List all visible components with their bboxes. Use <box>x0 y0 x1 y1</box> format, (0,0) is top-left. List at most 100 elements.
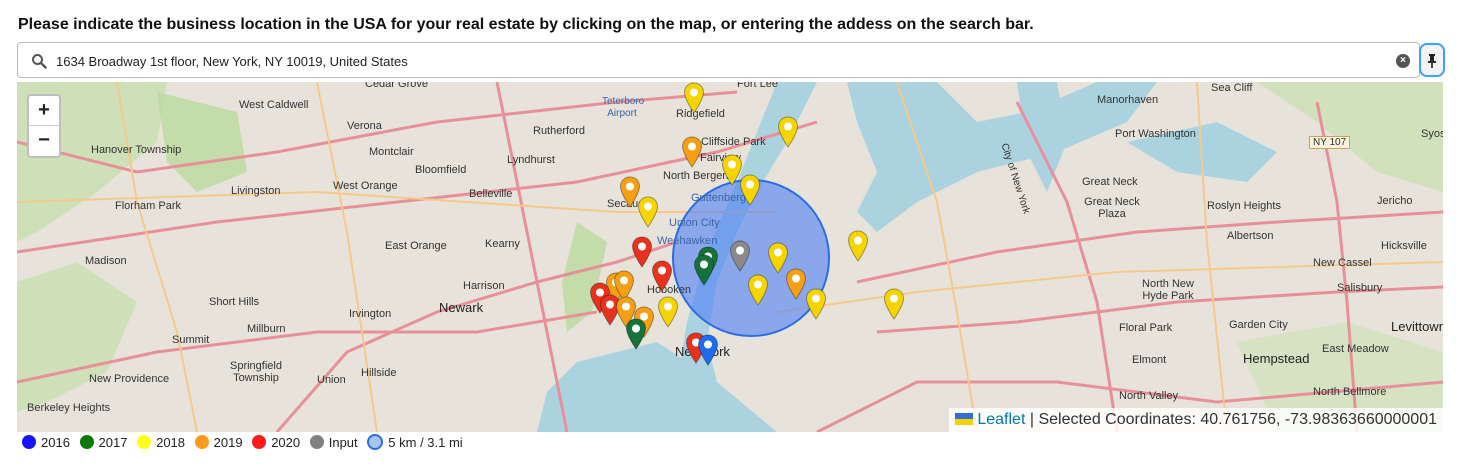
map-marker-2017[interactable] <box>625 318 647 350</box>
map-label: Roslyn Heights <box>1207 200 1281 212</box>
map-label: Hempstead <box>1243 351 1310 366</box>
map-label: Montclair <box>369 146 414 158</box>
map-label: East Orange <box>385 240 447 252</box>
legend-item: 2020 <box>252 435 300 450</box>
map-label: Florham Park <box>115 200 182 212</box>
legend-item: Input <box>309 435 358 450</box>
radius-legend-swatch <box>367 434 384 450</box>
map-label: Levittown <box>1391 319 1443 334</box>
address-search-bar[interactable]: × <box>17 42 1420 78</box>
highway-shield: NY 107 <box>1309 136 1351 149</box>
map-label: East Meadow <box>1322 343 1389 355</box>
map-label: Hanover Township <box>91 144 182 156</box>
legend-swatch <box>194 435 209 449</box>
map-label: Albertson <box>1227 230 1274 242</box>
map-canvas[interactable]: Cedar Grove Fort Lee Sea Cliff Manorhave… <box>17 82 1443 432</box>
map-label: North Valley <box>1119 390 1179 402</box>
map-label: Great Neck Plaza <box>1084 196 1140 220</box>
map-marker-2016[interactable] <box>697 334 719 366</box>
map-label: Verona <box>347 120 382 132</box>
map-label: Irvington <box>349 308 392 320</box>
legend-label: 2019 <box>213 435 243 450</box>
map-label: Guttenberg <box>691 192 747 204</box>
map-label: New Providence <box>89 373 170 385</box>
map-marker-2020[interactable] <box>631 236 653 268</box>
legend-swatch <box>22 435 36 449</box>
map-label: New Cassel <box>1313 257 1372 269</box>
zoom-in-button[interactable]: + <box>29 96 59 126</box>
map-label: Millburn <box>247 323 286 335</box>
legend-label: 2020 <box>271 435 301 450</box>
legend-label: 2016 <box>41 435 70 450</box>
attribution-separator: | <box>1029 411 1034 428</box>
map-marker-2019[interactable] <box>785 268 807 300</box>
map-label: Union City <box>669 217 720 229</box>
clear-search-icon[interactable]: × <box>1396 54 1410 68</box>
map-marker-input[interactable] <box>729 240 751 272</box>
map-label: North Bellmore <box>1313 386 1387 398</box>
map-marker-2018[interactable] <box>657 296 679 328</box>
map-marker-2018[interactable] <box>847 230 869 262</box>
map-label: Cedar Grove <box>365 82 428 90</box>
legend-swatch <box>309 435 324 449</box>
map-marker-2018[interactable] <box>747 274 769 306</box>
zoom-control[interactable]: + − <box>27 94 61 158</box>
map-marker-2018[interactable] <box>683 82 705 114</box>
map-label: Garden City <box>1229 319 1288 331</box>
selected-coordinates: Selected Coordinates: 40.761756, -73.983… <box>1038 411 1437 428</box>
map-label: West Caldwell <box>239 99 309 111</box>
pin-location-button[interactable] <box>1419 43 1445 77</box>
legend-item: 5 km / 3.1 mi <box>367 434 463 450</box>
legend-label: 2017 <box>98 435 128 450</box>
map-marker-2018[interactable] <box>739 174 761 206</box>
map-label: Short Hills <box>209 296 260 308</box>
map-label: Teterboro Airport <box>602 96 645 119</box>
map-label: North Bergen <box>663 170 729 182</box>
legend-label: 5 km / 3.1 mi <box>388 435 463 450</box>
map-attribution: Leaflet | Selected Coordinates: 40.76175… <box>949 408 1443 432</box>
map-label: Salisbury <box>1337 282 1383 294</box>
map-marker-2018[interactable] <box>777 116 799 148</box>
map-marker-2018[interactable] <box>805 288 827 320</box>
page-instruction: Please indicate the business location in… <box>18 16 1034 33</box>
map-marker-2018[interactable] <box>883 288 905 320</box>
map-label: West Orange <box>333 180 398 192</box>
map-label: Elmont <box>1132 354 1167 366</box>
map-label: Belleville <box>469 188 513 200</box>
map-legend: 2016 2017 2018 2019 2020 Input 5 km / 3.… <box>22 434 469 450</box>
map-label: Cliffside Park <box>701 136 766 148</box>
map-label: Bloomfield <box>415 164 467 176</box>
map-label: Lyndhurst <box>507 154 555 166</box>
search-input[interactable] <box>54 47 1384 75</box>
map-marker-2020[interactable] <box>651 260 673 292</box>
legend-label: Input <box>328 435 358 450</box>
zoom-out-button[interactable]: − <box>29 126 59 156</box>
legend-item: 2018 <box>137 435 185 450</box>
map-label: Port Washington <box>1115 128 1196 140</box>
map-label: Newark <box>439 300 484 315</box>
map-marker-2018[interactable] <box>637 196 659 228</box>
map-marker-2017[interactable] <box>693 254 715 286</box>
map-label: Sea Cliff <box>1211 82 1253 94</box>
map-label: Berkeley Heights <box>27 402 111 414</box>
map-label: Rutherford <box>533 125 585 137</box>
map-label: Fort Lee <box>737 82 778 90</box>
legend-item: 2017 <box>79 435 128 450</box>
map-label: Great Neck <box>1082 176 1138 188</box>
leaflet-link[interactable]: Leaflet <box>977 411 1025 428</box>
map-label: Springfield Township <box>230 360 282 384</box>
map-label: Union <box>317 374 346 386</box>
map-label: Manorhaven <box>1097 94 1159 106</box>
map-label: Madison <box>85 255 127 267</box>
map-label: Hicksville <box>1381 240 1427 252</box>
map-label: Livingston <box>231 185 281 197</box>
map-label: Hillside <box>361 367 397 379</box>
map-marker-2019[interactable] <box>681 136 703 168</box>
map-label: Jericho <box>1377 195 1413 207</box>
legend-swatch <box>252 435 267 449</box>
legend-item: 2019 <box>194 435 243 450</box>
map-label: Syosset <box>1421 128 1443 140</box>
map-label: Kearny <box>485 238 520 250</box>
ukraine-flag-icon <box>955 413 974 425</box>
legend-swatch <box>137 435 152 449</box>
